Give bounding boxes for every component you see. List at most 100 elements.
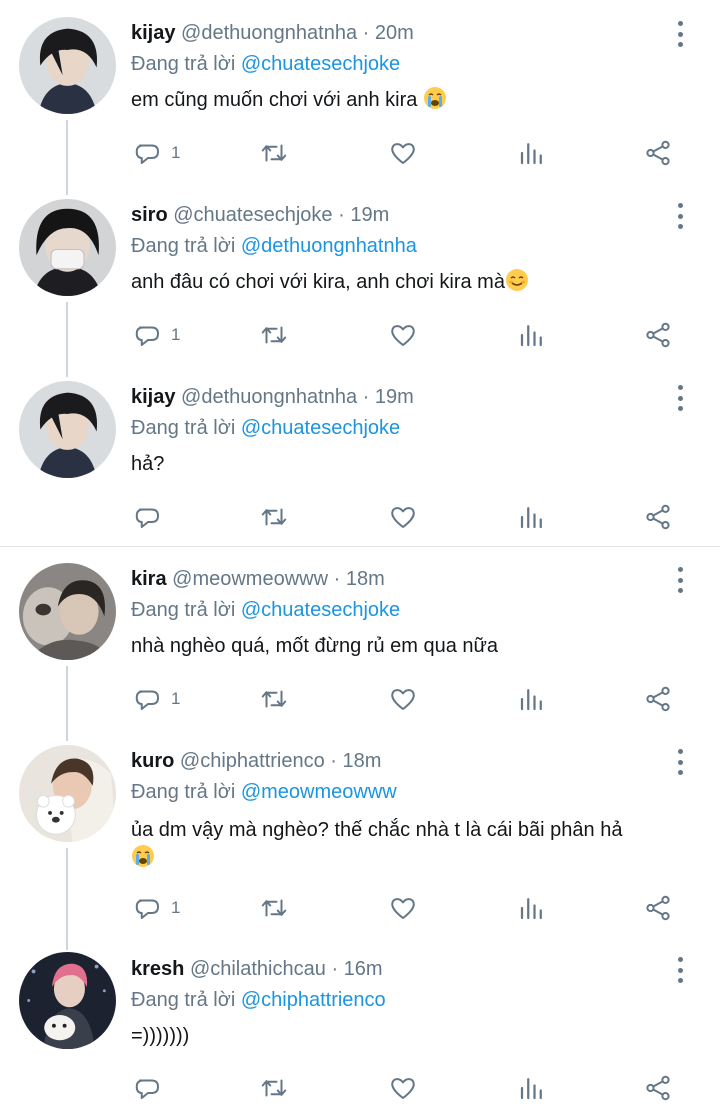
tweet[interactable]: kira @meowmeowww · 18m Đang trả lời @chu… [0,546,720,726]
display-name[interactable]: siro [131,204,168,226]
reply-button[interactable] [133,501,171,533]
timestamp[interactable]: 19m [375,386,414,408]
like-button[interactable] [388,137,418,169]
share-button[interactable] [643,892,673,924]
more-options-icon[interactable] [672,567,688,593]
bar-chart-icon [520,689,542,711]
timestamp[interactable]: 18m [346,568,385,590]
retweet-button[interactable] [259,137,289,169]
loudly-crying-face-icon [131,844,155,876]
user-handle[interactable]: @dethuongnhatnha [181,386,357,408]
tweet-actions [131,1072,691,1104]
display-name[interactable]: kijay [131,386,175,408]
tweet[interactable]: kresh @chilathichcau · 16m Đang trả lời … [0,938,720,1119]
timestamp[interactable]: 20m [375,22,414,44]
heart-icon [391,143,415,164]
retweet-button[interactable] [259,319,289,351]
timestamp[interactable]: 19m [350,204,389,226]
tweet-text: hả? [131,453,165,475]
more-options-icon[interactable] [672,749,688,775]
share-button[interactable] [643,1072,673,1104]
heart-icon [391,1078,415,1099]
stats-button[interactable] [517,1072,547,1104]
display-name[interactable]: kuro [131,750,174,772]
tweet[interactable]: kijay @dethuongnhatnha · 19m Đang trả lờ… [0,364,720,544]
user-handle[interactable]: @chilathichcau [190,958,326,980]
user-handle[interactable]: @chuatesechjoke [173,204,332,226]
reply-mention-link[interactable]: @dethuongnhatnha [241,235,417,257]
tweet-header: siro @chuatesechjoke · 19m [131,204,390,226]
timestamp[interactable]: 18m [343,750,382,772]
speech-bubble-icon [135,508,159,528]
tweet-text: nhà nghèo quá, mốt đừng rủ em qua nữa [131,635,499,657]
reply-button[interactable]: 1 [133,683,180,715]
tweet[interactable]: siro @chuatesechjoke · 19m Đang trả lời … [0,182,720,362]
speech-bubble-icon [135,144,159,164]
avatar[interactable] [19,17,116,114]
heart-icon [391,898,415,919]
more-options-icon[interactable] [672,957,688,983]
speech-bubble-icon [135,690,159,710]
more-options-icon[interactable] [672,203,688,229]
retweet-button[interactable] [259,892,289,924]
tweet[interactable]: kuro @chiphattrienco · 18m Đang trả lời … [0,728,720,938]
display-name[interactable]: kresh [131,958,184,980]
more-options-icon[interactable] [672,385,688,411]
reply-count: 1 [171,898,181,917]
bar-chart-icon [520,143,542,165]
retweet-icon [261,144,287,162]
user-handle[interactable]: @meowmeowww [172,568,328,590]
user-handle[interactable]: @dethuongnhatnha [181,22,357,44]
tweet[interactable]: kijay @dethuongnhatnha · 20m Đang trả lờ… [0,0,720,180]
reply-button[interactable]: 1 [133,137,180,169]
avatar[interactable] [19,745,116,842]
like-button[interactable] [388,319,418,351]
share-button[interactable] [643,137,673,169]
share-button[interactable] [643,501,673,533]
avatar[interactable] [19,952,116,1049]
heart-icon [391,325,415,346]
tweet-text: =))))))) [131,1025,190,1047]
stats-button[interactable] [517,137,547,169]
avatar[interactable] [19,381,116,478]
bar-chart-icon [520,1078,542,1100]
display-name[interactable]: kira [131,568,167,590]
tweet-header: kresh @chilathichcau · 16m [131,958,383,980]
avatar[interactable] [19,199,116,296]
stats-button[interactable] [517,892,547,924]
reply-mention-link[interactable]: @chuatesechjoke [241,417,400,439]
reply-mention-link[interactable]: @chiphattrienco [241,989,386,1011]
reply-mention-link[interactable]: @chuatesechjoke [241,599,400,621]
replying-to: Đang trả lời @dethuongnhatnha [131,235,417,257]
timestamp[interactable]: 16m [344,958,383,980]
like-button[interactable] [388,683,418,715]
reply-button[interactable] [133,1072,171,1104]
stats-button[interactable] [517,319,547,351]
tweet-text: ủa dm vậy mà nghèo? thế chắc nhà t là cá… [131,816,691,876]
user-handle[interactable]: @chiphattrienco [180,750,325,772]
reply-mention-link[interactable]: @meowmeowww [241,781,397,803]
retweet-button[interactable] [259,501,289,533]
like-button[interactable] [388,501,418,533]
bar-chart-icon [520,898,542,920]
avatar[interactable] [19,563,116,660]
reply-button[interactable]: 1 [133,319,180,351]
bar-chart-icon [520,507,542,529]
share-icon [646,504,670,530]
stats-button[interactable] [517,683,547,715]
retweet-button[interactable] [259,1072,289,1104]
retweet-button[interactable] [259,683,289,715]
like-button[interactable] [388,892,418,924]
stats-button[interactable] [517,501,547,533]
like-button[interactable] [388,1072,418,1104]
reply-button[interactable]: 1 [133,892,180,924]
more-options-icon[interactable] [672,21,688,47]
display-name[interactable]: kijay [131,22,175,44]
reply-mention-link[interactable]: @chuatesechjoke [241,53,400,75]
share-button[interactable] [643,683,673,715]
heart-icon [391,507,415,528]
share-button[interactable] [643,319,673,351]
tweet-header: kuro @chiphattrienco · 18m [131,750,382,772]
share-icon [646,686,670,712]
tweet-actions: 1 [131,137,691,169]
